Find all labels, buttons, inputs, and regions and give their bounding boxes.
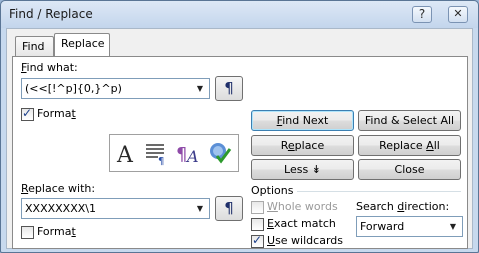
replace-special-button[interactable]: ¶ (215, 196, 243, 221)
replace-with-combo[interactable]: XXXXXXXX\1 ▼ (21, 198, 210, 219)
find-next-button[interactable]: Find Next (251, 110, 354, 131)
options-divider (297, 191, 461, 192)
find-replace-dialog: Find / Replace ? ✕ Find Replace Find wha… (0, 0, 479, 253)
svg-text:¶: ¶ (158, 156, 164, 166)
chevron-down-icon[interactable]: ▼ (193, 81, 207, 96)
use-wildcards-label: Use wildcards (267, 234, 343, 247)
svg-text:A: A (116, 143, 134, 166)
replace-format-checkbox[interactable] (21, 226, 34, 239)
replace-with-label: Replace with: (21, 182, 96, 195)
chevron-down-icon[interactable]: ▼ (193, 201, 207, 216)
close-label: Close (394, 163, 425, 176)
window-title: Find / Replace (9, 7, 93, 21)
style-icon[interactable]: ¶ A (175, 140, 201, 166)
dialog-body: Find Replace Find what: (<<[!^p]{0,}^p) … (6, 28, 473, 249)
close-button[interactable]: Close (358, 159, 461, 180)
find-what-value[interactable]: (<<[!^p]{0,}^p) (25, 82, 122, 95)
replace-panel: Find what: (<<[!^p]{0,}^p) ▼ ¶ Format A (12, 56, 468, 249)
whole-words-label: Whole words (267, 200, 338, 213)
whole-words-checkbox[interactable] (251, 201, 264, 214)
svg-text:¶: ¶ (176, 144, 187, 165)
svg-text:A: A (185, 147, 199, 166)
highlight-icon[interactable] (207, 140, 233, 166)
exact-match-checkbox[interactable] (251, 218, 264, 231)
find-what-combo[interactable]: (<<[!^p]{0,}^p) ▼ (21, 78, 210, 99)
tab-replace-label: Replace (61, 37, 105, 50)
find-select-all-button[interactable]: Find & Select All (358, 110, 461, 131)
close-window-button[interactable]: ✕ (448, 6, 468, 23)
find-special-button[interactable]: ¶ (215, 76, 243, 101)
find-format-checkbox[interactable] (21, 106, 34, 121)
search-direction-value: Forward (360, 220, 405, 233)
find-what-label: Find what: (21, 61, 78, 74)
use-wildcards-checkbox[interactable] (251, 233, 264, 248)
paragraph-icon[interactable]: ¶ (143, 140, 169, 167)
exact-match-label: Exact match (267, 217, 336, 230)
format-icon-panel: A ¶ ¶ A (109, 134, 239, 172)
less-label: Less ↡ (284, 163, 321, 176)
options-title: Options (251, 184, 294, 197)
title-bar[interactable]: Find / Replace ? ✕ (1, 1, 478, 28)
find-select-all-label: Find & Select All (364, 114, 455, 127)
tab-find[interactable]: Find (15, 36, 54, 56)
tab-find-label: Find (22, 40, 45, 53)
chevron-down-icon[interactable]: ▼ (446, 219, 460, 234)
replace-with-value[interactable]: XXXXXXXX\1 (25, 202, 96, 215)
tab-replace[interactable]: Replace (54, 33, 110, 56)
replace-button[interactable]: Replace (251, 135, 354, 156)
replace-all-button[interactable]: Replace All (358, 135, 461, 156)
search-direction-label: Search direction: (356, 200, 450, 213)
font-icon[interactable]: A (113, 140, 139, 168)
less-button[interactable]: Less ↡ (251, 159, 354, 180)
search-direction-select[interactable]: Forward ▼ (356, 216, 463, 237)
replace-format-label: Format (37, 225, 76, 238)
help-button[interactable]: ? (412, 6, 432, 23)
find-format-label: Format (37, 107, 76, 120)
